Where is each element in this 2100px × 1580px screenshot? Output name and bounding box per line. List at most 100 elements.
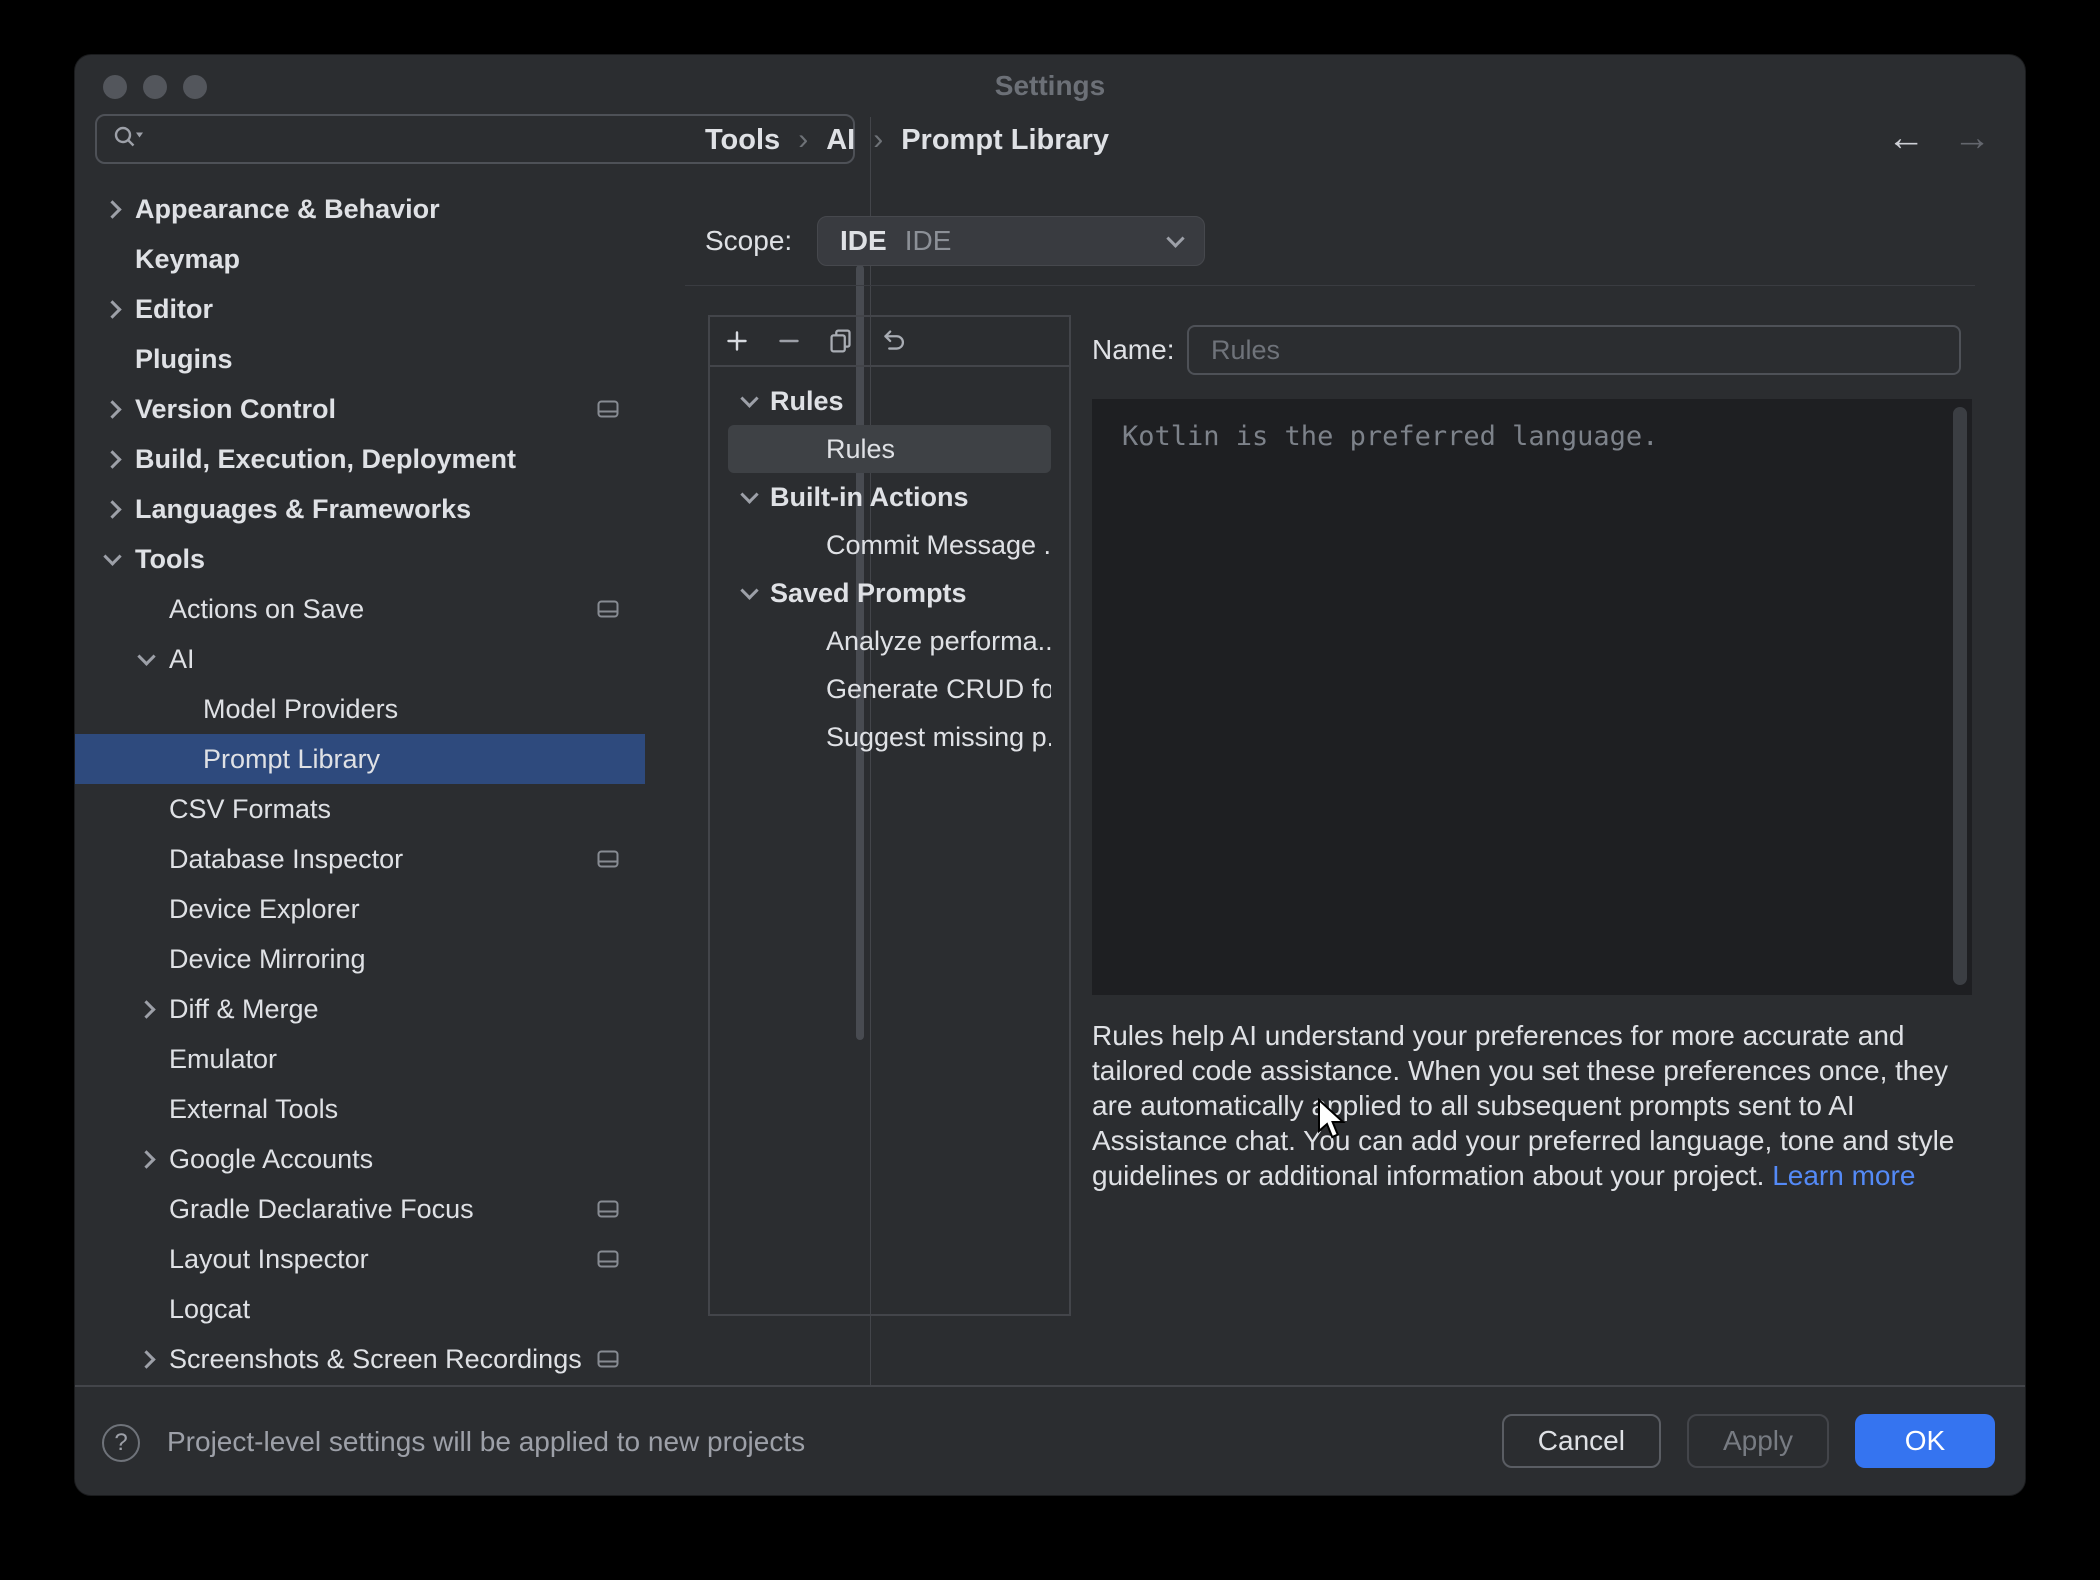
sidebar-item-diff-merge[interactable]: Diff & Merge <box>75 984 645 1034</box>
bottom-bar: ? Project-level settings will be applied… <box>75 1385 2025 1495</box>
chevron-right-icon <box>103 300 121 318</box>
prompt-editor[interactable]: Kotlin is the preferred language. <box>1092 399 1972 995</box>
settings-tree: Appearance & Behavior Keymap Editor Plug… <box>75 184 645 1385</box>
screen-icon <box>597 400 619 418</box>
apply-button[interactable]: Apply <box>1687 1414 1829 1468</box>
prompt-item-label: Suggest missing p... <box>826 722 1051 753</box>
sidebar-item-label: Actions on Save <box>169 594 364 625</box>
back-arrow-icon[interactable]: ← <box>1887 117 1925 160</box>
screen-icon <box>597 1200 619 1218</box>
sidebar-item-label: Appearance & Behavior <box>135 194 440 225</box>
sidebar-item-keymap[interactable]: Keymap <box>75 234 645 284</box>
remove-prompt-button[interactable] <box>770 322 808 360</box>
prompt-group-rules[interactable]: Rules <box>728 377 1051 425</box>
sidebar-item-label: Gradle Declarative Focus <box>169 1194 474 1225</box>
chevron-right-icon <box>103 500 121 518</box>
sidebar-item-editor[interactable]: Editor <box>75 284 645 334</box>
sidebar-item-label: External Tools <box>169 1094 338 1125</box>
section-divider <box>685 285 1975 286</box>
sidebar-item-google-accounts[interactable]: Google Accounts <box>75 1134 645 1184</box>
sidebar-item-label: Model Providers <box>203 694 398 725</box>
chevron-right-icon <box>137 1350 155 1368</box>
undo-button[interactable] <box>874 322 912 360</box>
sidebar-item-actions-on-save[interactable]: Actions on Save <box>75 584 645 634</box>
editor-scrollbar[interactable] <box>1953 407 1967 985</box>
cancel-button[interactable]: Cancel <box>1502 1414 1661 1468</box>
sidebar-item-device-mirroring[interactable]: Device Mirroring <box>75 934 645 984</box>
window-title: Settings <box>75 55 2025 117</box>
sidebar-item-label: Plugins <box>135 344 233 375</box>
sidebar-item-appearance-behavior[interactable]: Appearance & Behavior <box>75 184 645 234</box>
sidebar-item-label: Emulator <box>169 1044 277 1075</box>
prompt-item-commit-message[interactable]: Commit Message ... <box>728 521 1051 569</box>
sidebar-item-label: Database Inspector <box>169 844 403 875</box>
sidebar-item-model-providers[interactable]: Model Providers <box>75 684 645 734</box>
scope-dropdown[interactable]: IDE IDE <box>817 216 1205 266</box>
sidebar-item-logcat[interactable]: Logcat <box>75 1284 645 1334</box>
breadcrumb-ai[interactable]: AI <box>826 124 855 157</box>
sidebar-item-layout-inspector[interactable]: Layout Inspector <box>75 1234 645 1284</box>
chevron-down-icon <box>137 647 155 665</box>
chevron-down-icon <box>1166 229 1184 247</box>
name-input[interactable] <box>1187 325 1961 375</box>
copy-prompt-button[interactable] <box>822 322 860 360</box>
screen-icon <box>597 1350 619 1368</box>
breadcrumb-separator: › <box>798 123 808 157</box>
sidebar-item-prompt-library[interactable]: Prompt Library <box>75 734 645 784</box>
sidebar-item-label: Layout Inspector <box>169 1244 369 1275</box>
sidebar-item-label: Keymap <box>135 244 240 275</box>
prompt-item-analyze-performance[interactable]: Analyze performa... <box>728 617 1051 665</box>
breadcrumb: Tools › AI › Prompt Library <box>705 115 1109 165</box>
sidebar-item-label: Tools <box>135 544 205 575</box>
prompt-item-suggest-missing[interactable]: Suggest missing p... <box>728 713 1051 761</box>
sidebar-item-csv-formats[interactable]: CSV Formats <box>75 784 645 834</box>
sidebar-item-label: CSV Formats <box>169 794 331 825</box>
prompt-group-saved-prompts[interactable]: Saved Prompts <box>728 569 1051 617</box>
chevron-down-icon <box>103 547 121 565</box>
sidebar-item-emulator[interactable]: Emulator <box>75 1034 645 1084</box>
prompt-item-label: Rules <box>826 434 895 465</box>
mouse-cursor <box>1315 1098 1351 1147</box>
scope-type: IDE <box>840 225 887 257</box>
prompt-group-built-in-actions[interactable]: Built-in Actions <box>728 473 1051 521</box>
chevron-right-icon <box>103 400 121 418</box>
chevron-right-icon <box>137 1150 155 1168</box>
breadcrumb-separator: › <box>873 123 883 157</box>
sidebar-item-label: Google Accounts <box>169 1144 373 1175</box>
sidebar-item-label: Device Explorer <box>169 894 360 925</box>
prompt-item-generate-crud[interactable]: Generate CRUD fo... <box>728 665 1051 713</box>
help-icon[interactable]: ? <box>102 1424 140 1462</box>
sidebar-item-label: Logcat <box>169 1294 250 1325</box>
sidebar-item-plugins[interactable]: Plugins <box>75 334 645 384</box>
sidebar-item-languages-frameworks[interactable]: Languages & Frameworks <box>75 484 645 534</box>
sidebar-item-label: Screenshots & Screen Recordings <box>169 1344 582 1375</box>
sidebar-item-version-control[interactable]: Version Control <box>75 384 645 434</box>
add-prompt-button[interactable] <box>718 322 756 360</box>
sidebar-item-label: Device Mirroring <box>169 944 366 975</box>
chevron-right-icon <box>103 450 121 468</box>
prompt-list-toolbar <box>710 317 1069 367</box>
prompt-item-rules[interactable]: Rules <box>728 425 1051 473</box>
learn-more-link[interactable]: Learn more <box>1772 1160 1915 1191</box>
sidebar-item-label: AI <box>169 644 195 675</box>
sidebar-item-database-inspector[interactable]: Database Inspector <box>75 834 645 884</box>
sidebar-item-gradle-declarative-focus[interactable]: Gradle Declarative Focus <box>75 1184 645 1234</box>
prompt-group-label: Rules <box>770 386 844 417</box>
prompt-item-label: Generate CRUD fo... <box>826 674 1051 705</box>
sidebar-item-ai[interactable]: AI <box>75 634 645 684</box>
sidebar-item-build-execution-deployment[interactable]: Build, Execution, Deployment <box>75 434 645 484</box>
screen-icon <box>597 850 619 868</box>
sidebar-item-external-tools[interactable]: External Tools <box>75 1084 645 1134</box>
chevron-down-icon <box>740 581 758 599</box>
sidebar-item-label: Build, Execution, Deployment <box>135 444 516 475</box>
breadcrumb-tools[interactable]: Tools <box>705 124 780 157</box>
sidebar-item-label: Editor <box>135 294 213 325</box>
chevron-right-icon <box>137 1000 155 1018</box>
ok-button[interactable]: OK <box>1855 1414 1995 1468</box>
prompt-item-label: Commit Message ... <box>826 530 1051 561</box>
sidebar-item-tools[interactable]: Tools <box>75 534 645 584</box>
sidebar-item-screenshots-screen-recordings[interactable]: Screenshots & Screen Recordings <box>75 1334 645 1384</box>
sidebar-item-device-explorer[interactable]: Device Explorer <box>75 884 645 934</box>
name-label: Name: <box>1092 325 1174 375</box>
forward-arrow-icon[interactable]: → <box>1953 117 1991 160</box>
